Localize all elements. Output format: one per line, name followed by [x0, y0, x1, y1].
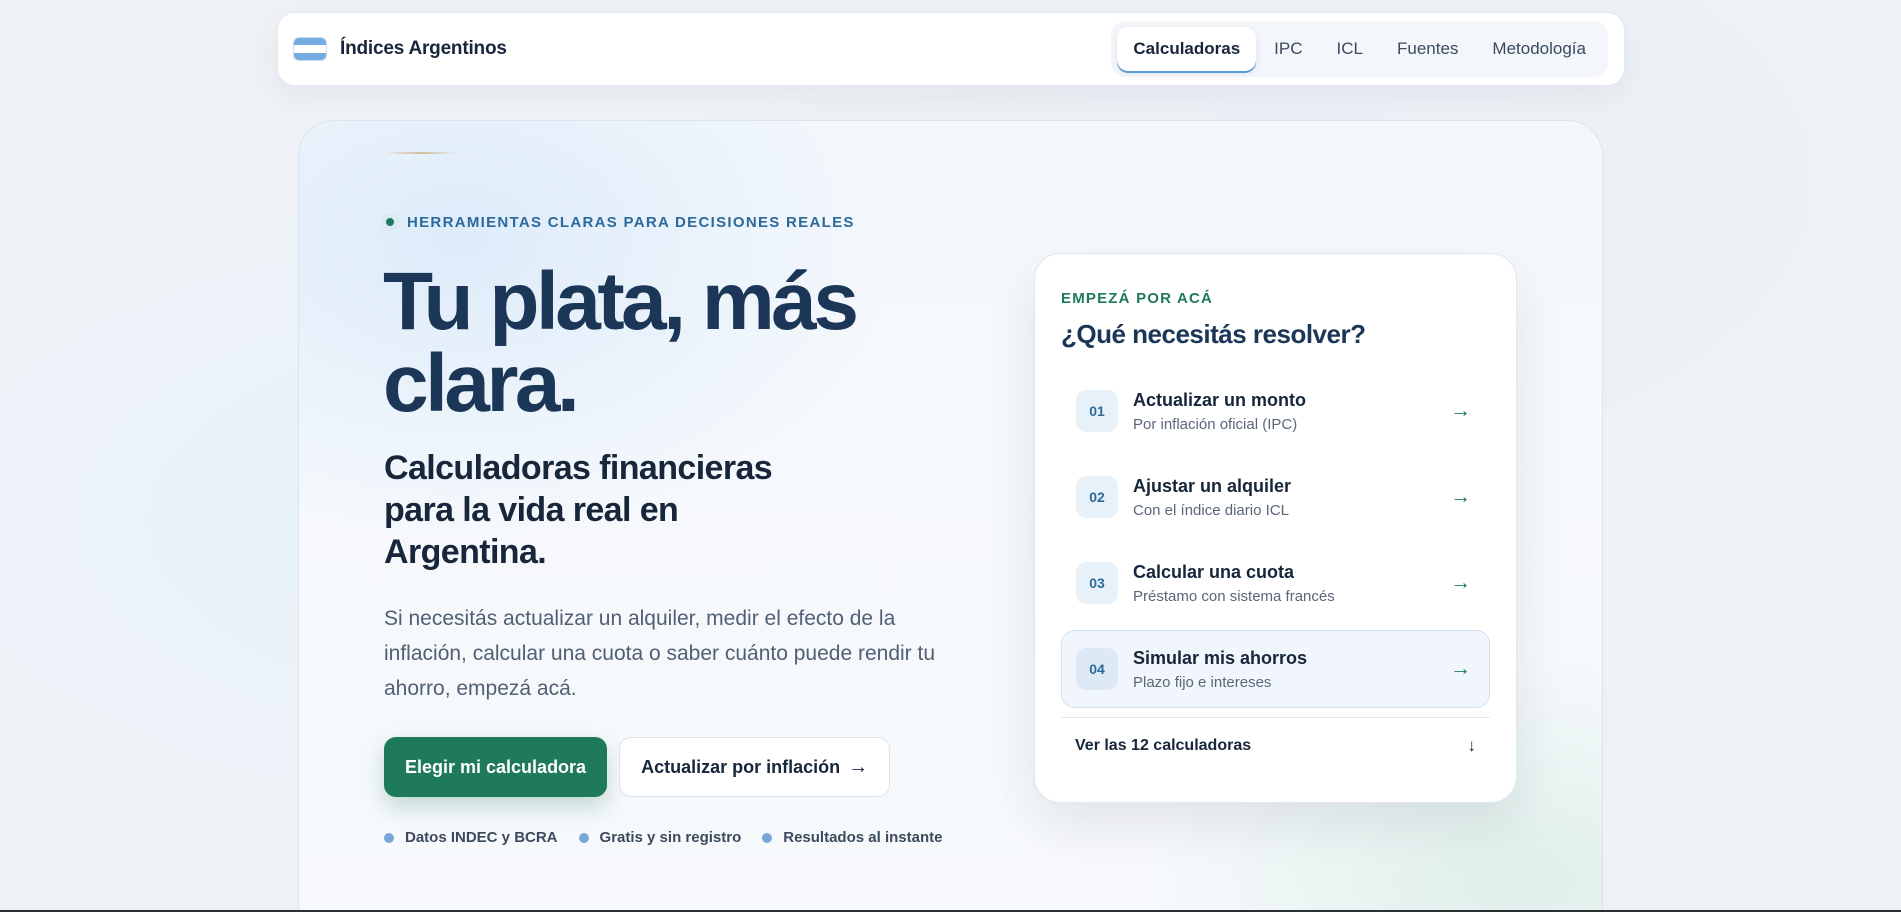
trust-badges: Datos INDEC y BCRA Gratis y sin registro… [384, 829, 942, 846]
arrow-right-icon: → [1450, 657, 1471, 680]
hero-description: Si necesitás actualizar un alquiler, med… [384, 607, 936, 700]
nav-item-icl[interactable]: ICL [1321, 27, 1379, 71]
badge-instant-results: Resultados al instante [762, 829, 942, 846]
option-text: Calcular una cuota Préstamo con sistema … [1133, 562, 1450, 605]
quick-start-panel: EMPEZÁ POR ACÁ ¿Qué necesitás resolver? … [1034, 253, 1517, 803]
bullet-dot-icon [762, 832, 773, 843]
nav-item-calculadoras[interactable]: Calculadoras [1117, 27, 1257, 71]
brand-home-link[interactable]: Índices Argentinos [294, 38, 507, 60]
option-title: Simular mis ahorros [1133, 647, 1308, 668]
badge-data-sources: Datos INDEC y BCRA [384, 829, 558, 846]
bullet-dot-icon [578, 832, 589, 843]
option-calculate-installment[interactable]: 03 Calcular una cuota Préstamo con siste… [1061, 544, 1490, 622]
arrow-right-icon: → [1450, 571, 1471, 594]
badge-label: Datos INDEC y BCRA [405, 829, 558, 846]
option-description: Préstamo con sistema francés [1133, 587, 1335, 605]
cta-row: Elegir mi calculadora Actualizar por inf… [384, 737, 891, 797]
argentina-flag-icon [294, 38, 326, 60]
option-number: 02 [1076, 476, 1118, 518]
option-number: 03 [1076, 562, 1118, 604]
panel-eyebrow: EMPEZÁ POR ACÁ [1061, 290, 1214, 307]
option-title: Ajustar un alquiler [1133, 475, 1292, 496]
nav-item-ipc[interactable]: IPC [1258, 27, 1318, 71]
arrow-down-icon: ↓ [1467, 736, 1477, 755]
option-description: Por inflación oficial (IPC) [1133, 415, 1298, 433]
top-navigation-bar: Índices Argentinos Calculadoras IPC ICL … [277, 12, 1625, 86]
option-description: Plazo fijo e intereses [1133, 673, 1272, 691]
option-text: Simular mis ahorros Plazo fijo e interes… [1133, 648, 1450, 691]
choose-calculator-button[interactable]: Elegir mi calculadora [384, 737, 608, 797]
arrow-right-icon: → [848, 755, 869, 778]
main-nav: Calculadoras IPC ICL Fuentes Metodología [1111, 21, 1608, 77]
arrow-right-icon: → [1450, 399, 1471, 422]
arrow-right-icon: → [1450, 485, 1471, 508]
hero-eyebrow: HERRAMIENTAS CLARAS PARA DECISIONES REAL… [381, 213, 855, 231]
bullet-dot-icon [384, 832, 394, 843]
option-title: Calcular una cuota [1133, 561, 1295, 582]
option-text: Ajustar un alquiler Con el índice diario… [1133, 476, 1450, 519]
option-number: 01 [1076, 390, 1118, 432]
view-all-calculators-label: Ver las 12 calculadoras [1075, 737, 1252, 754]
nav-item-metodologia[interactable]: Metodología [1476, 27, 1602, 71]
panel-title: ¿Qué necesitás resolver? [1061, 319, 1366, 349]
nav-item-fuentes[interactable]: Fuentes [1381, 27, 1474, 71]
decorative-accent-line [385, 152, 457, 154]
option-number: 04 [1076, 648, 1118, 690]
option-update-amount[interactable]: 01 Actualizar un monto Por inflación ofi… [1061, 372, 1490, 450]
option-simulate-savings[interactable]: 04 Simular mis ahorros Plazo fijo e inte… [1061, 630, 1490, 708]
badge-label: Gratis y sin registro [599, 829, 742, 846]
option-text: Actualizar un monto Por inflación oficia… [1133, 390, 1450, 433]
view-all-calculators-link[interactable]: Ver las 12 calculadoras ↓ [1061, 718, 1490, 774]
update-by-inflation-label: Actualizar por inflación [641, 756, 841, 777]
badge-label: Resultados al instante [783, 829, 943, 846]
page: Índices Argentinos Calculadoras IPC ICL … [0, 0, 1901, 912]
option-adjust-rent[interactable]: 02 Ajustar un alquiler Con el índice dia… [1061, 458, 1490, 536]
hero-subtitle: Calculadoras financieras para la vida re… [384, 449, 773, 571]
badge-free: Gratis y sin registro [578, 829, 742, 846]
option-description: Con el índice diario ICL [1133, 501, 1289, 519]
hero-section: HERRAMIENTAS CLARAS PARA DECISIONES REAL… [298, 120, 1603, 912]
hero-title: Tu plata, más clara. [383, 256, 859, 429]
brand-name: Índices Argentinos [340, 38, 507, 59]
update-by-inflation-button[interactable]: Actualizar por inflación → [619, 737, 891, 797]
option-title: Actualizar un monto [1133, 389, 1307, 410]
hero-eyebrow-text: HERRAMIENTAS CLARAS PARA DECISIONES REAL… [407, 213, 855, 231]
status-dot-icon [381, 213, 399, 231]
